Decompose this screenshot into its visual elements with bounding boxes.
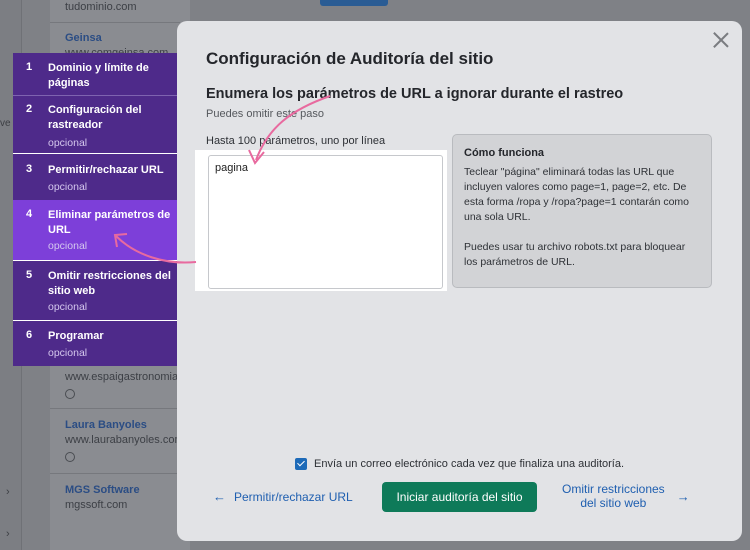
background-item-url: www.espaigastronomia <box>65 371 179 383</box>
background-list-item: www.espaigastronomia <box>65 368 185 399</box>
background-text: ve <box>0 118 11 129</box>
url-parameters-textarea[interactable]: pagina <box>208 155 443 289</box>
step-name: Omitir restricciones del sitio web <box>48 270 171 297</box>
background-divider <box>50 473 180 474</box>
step-optional: opcional <box>48 240 88 252</box>
section-subtitle: Puedes omitir este paso <box>206 108 325 120</box>
how-it-works-box: Cómo funciona Teclear "página" eliminará… <box>452 134 712 288</box>
background-item-url: tudominio.com <box>65 1 137 13</box>
background-list-item: Laura Banyoles www.laurabanyoles.com <box>65 419 185 462</box>
next-label-line: del sitio web <box>580 496 647 510</box>
background-list-item: MGS Software mgssoft.com <box>65 484 185 511</box>
step-item-domain[interactable]: 1 Dominio y límite de páginas <box>13 59 177 97</box>
step-optional: opcional <box>48 181 88 193</box>
parameters-field-label: Hasta 100 parámetros, uno por línea <box>206 135 386 147</box>
background-item-name: MGS Software <box>65 484 140 496</box>
step-divider <box>13 320 177 321</box>
background-list-item: tudominio.com <box>65 0 185 13</box>
email-checkbox[interactable] <box>295 458 307 470</box>
step-number: 5 <box>26 269 33 281</box>
start-audit-button[interactable]: Iniciar auditoría del sitio <box>382 482 537 512</box>
step-number: 4 <box>26 208 33 220</box>
arrow-right-icon: → <box>676 488 690 504</box>
step-item-allow-disallow[interactable]: 3 Permitir/rechazar URL opcional <box>13 161 177 199</box>
step-name: Programar <box>48 330 104 342</box>
back-button[interactable]: ← Permitir/rechazar URL <box>213 489 353 504</box>
step-name: Permitir/rechazar URL <box>48 164 164 176</box>
step-name: Eliminar parámetros de URL <box>48 209 171 236</box>
step-name: Configuración del rastreador <box>48 104 142 131</box>
background-item-url: www.laurabanyoles.com <box>65 434 184 446</box>
background-button <box>320 0 388 6</box>
background-item-name: Laura Banyoles <box>65 419 147 431</box>
chevron-right-icon: › <box>6 528 10 540</box>
step-number: 2 <box>26 103 33 115</box>
step-divider <box>13 153 177 154</box>
step-navigation: 1 Dominio y límite de páginas 2 Configur… <box>13 53 177 366</box>
step-number: 6 <box>26 329 33 341</box>
background-item-url: mgssoft.com <box>65 499 128 511</box>
next-button-label: Omitir restricciones del sitio web <box>562 482 665 510</box>
step-number: 1 <box>26 61 33 73</box>
step-optional: opcional <box>48 347 88 359</box>
step-divider <box>13 260 177 261</box>
step-item-schedule[interactable]: 6 Programar opcional <box>13 327 177 363</box>
step-item-bypass-restrictions[interactable]: 5 Omitir restricciones del sitio web opc… <box>13 267 177 319</box>
next-label-line: Omitir restricciones <box>562 482 665 496</box>
step-optional: opcional <box>48 301 88 313</box>
step-divider <box>13 95 177 96</box>
how-it-works-text: Teclear "página" eliminará todas las URL… <box>464 165 700 270</box>
section-title: Enumera los parámetros de URL a ignorar … <box>206 86 624 102</box>
step-optional: opcional <box>48 137 88 149</box>
step-item-crawler[interactable]: 2 Configuración del rastreador opcional <box>13 101 177 151</box>
step-number: 3 <box>26 163 33 175</box>
email-notification-row[interactable]: Envía un correo electrónico cada vez que… <box>295 458 624 470</box>
background-item-name: Geinsa <box>65 32 102 44</box>
next-button[interactable]: Omitir restricciones del sitio web → <box>562 482 690 510</box>
close-icon[interactable] <box>712 31 730 49</box>
globe-icon <box>65 389 75 399</box>
email-checkbox-label: Envía un correo electrónico cada vez que… <box>314 458 625 470</box>
back-button-label: Permitir/rechazar URL <box>234 489 353 504</box>
chevron-right-icon: › <box>6 486 10 498</box>
step-name: Dominio y límite de páginas <box>48 62 149 89</box>
arrow-left-icon: ← <box>213 489 226 504</box>
globe-icon <box>65 452 75 462</box>
how-it-works-title: Cómo funciona <box>464 147 545 159</box>
background-divider <box>50 22 180 23</box>
how-it-works-paragraph: Teclear "página" eliminará todas las URL… <box>464 166 690 223</box>
background-divider <box>50 408 180 409</box>
how-it-works-paragraph: Puedes usar tu archivo robots.txt para b… <box>464 241 686 268</box>
step-item-remove-parameters[interactable]: 4 Eliminar parámetros de URL opcional <box>13 200 177 260</box>
modal-title: Configuración de Auditoría del sitio <box>206 49 494 68</box>
